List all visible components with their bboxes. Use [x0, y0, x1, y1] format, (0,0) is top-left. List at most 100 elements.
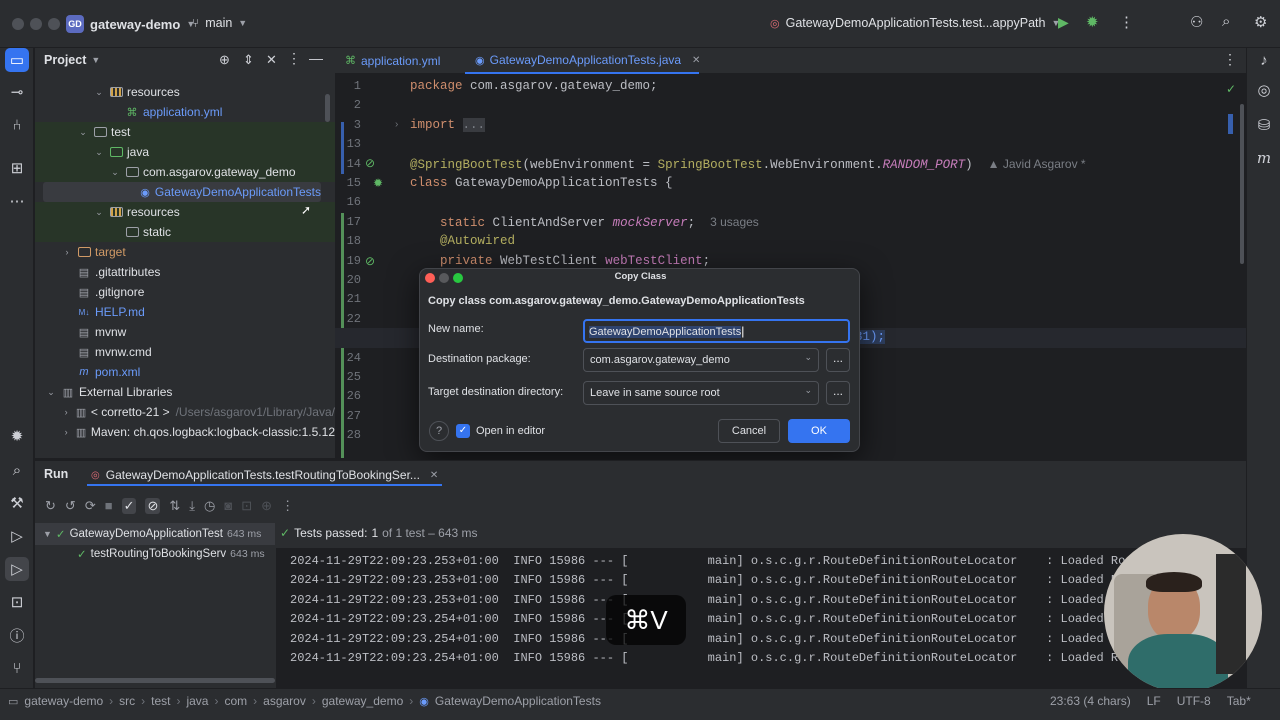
run-tab-title[interactable]: Run — [44, 467, 68, 481]
run-test-gutter-icon[interactable]: ✹ — [373, 176, 383, 190]
tree-item[interactable]: ⌄ resources — [35, 202, 335, 222]
show-ignored-icon[interactable]: ⊘ — [145, 498, 161, 514]
tree-item[interactable]: › ▥ < corretto-21 > /Users/asgarov1/Library… — [35, 402, 335, 422]
run-icon[interactable]: ▶ — [1058, 14, 1069, 31]
chevron-down-icon[interactable]: ⌄ — [109, 167, 121, 178]
run-config-selector[interactable]: ◎ GatewayDemoApplicationTests.test...app… — [770, 16, 1060, 30]
tab-application-yml[interactable]: ⌘ application.yml — [345, 48, 440, 73]
toggle-auto-test-icon[interactable]: ⟳ — [85, 498, 96, 514]
breadcrumb-item[interactable]: asgarov — [263, 694, 306, 708]
chevron-right-icon[interactable]: › — [61, 427, 71, 437]
tree-item[interactable]: ⌄ java — [35, 142, 335, 162]
chevron-down-icon[interactable]: ⌄ — [93, 207, 105, 218]
close-window-icon[interactable] — [12, 18, 24, 30]
maven-icon[interactable]: m — [1252, 146, 1276, 170]
terminal-tool-icon[interactable]: ⊡ — [5, 590, 29, 614]
test-tree-row[interactable]: ✓ testRoutingToBookingServ 643 ms — [77, 547, 265, 561]
notifications-icon[interactable]: ♪ — [1252, 48, 1276, 72]
add-user-icon[interactable]: ⚇ — [1190, 13, 1203, 31]
settings-gear-icon[interactable]: ⚙ — [1254, 13, 1267, 31]
tree-item[interactable]: ⌄ ▥ External Libraries — [35, 382, 335, 402]
stop-icon[interactable]: ■ — [105, 498, 113, 514]
autowired-gutter-icon[interactable]: ⊘ — [365, 254, 375, 268]
more-options-icon[interactable]: ⋮ — [1119, 13, 1134, 31]
tree-item[interactable]: M↓ HELP.md — [35, 302, 335, 322]
project-panel-title[interactable]: Project — [44, 53, 86, 67]
git-tool-icon[interactable]: ⑂ — [5, 656, 29, 680]
inspection-ok-icon[interactable]: ✓ — [1226, 82, 1236, 96]
debug-icon[interactable]: ✹ — [1086, 13, 1099, 31]
target-directory-select[interactable]: Leave in same source root ⌄ — [583, 381, 819, 405]
close-tab-icon[interactable]: ✕ — [692, 55, 700, 66]
rerun-icon[interactable]: ↻ — [45, 498, 56, 514]
project-tool-icon[interactable]: ▭ — [5, 48, 29, 72]
tree-item[interactable]: › ▥ Maven: ch.qos.logback:logback-classic:… — [35, 422, 335, 442]
debug-tool-icon[interactable]: ✹ — [5, 424, 29, 448]
structure-icon[interactable]: ⊞ — [5, 156, 29, 180]
cancel-button[interactable]: Cancel — [718, 419, 780, 443]
project-selector[interactable]: GD gateway-demo ▼ — [66, 15, 195, 33]
new-name-input[interactable]: GatewayDemoApplicationTests| — [583, 319, 850, 343]
tree-item[interactable]: ⌄ com.asgarov.gateway_demo — [35, 162, 335, 182]
code-line[interactable]: static ClientAndServer mockServer; 3 usa… — [410, 215, 759, 230]
browse-package-button[interactable]: ... — [826, 348, 850, 372]
chevron-down-icon[interactable]: ⌄ — [45, 387, 57, 398]
show-passed-icon[interactable]: ✓ — [121, 498, 137, 514]
tree-item[interactable]: › target — [35, 242, 335, 262]
destination-package-select[interactable]: com.asgarov.gateway_demo ⌄ — [583, 348, 819, 372]
tab-gateway-tests[interactable]: ◉ GatewayDemoApplicationTests.java ✕ — [465, 48, 700, 74]
close-tab-icon[interactable]: ✕ — [430, 470, 438, 481]
tree-item[interactable]: ▤ .gitattributes — [35, 262, 335, 282]
collapse-all-icon[interactable]: ✕ — [266, 52, 277, 68]
tree-item[interactable]: ▤ mvnw.cmd — [35, 342, 335, 362]
chevron-down-icon[interactable]: ⌄ — [93, 87, 105, 98]
run-config-tab[interactable]: ◎ GatewayDemoApplicationTests.testRoutin… — [87, 466, 443, 486]
cursor-position[interactable]: 23:63 (4 chars) — [1050, 694, 1131, 708]
tree-item[interactable]: ⌘ application.yml — [35, 102, 335, 122]
line-separator[interactable]: LF — [1147, 694, 1161, 708]
breadcrumb-item[interactable]: com — [224, 694, 247, 708]
code-line[interactable]: private WebTestClient webTestClient; — [410, 254, 710, 268]
history-icon[interactable]: ◷ — [204, 498, 215, 514]
run-tool-icon[interactable]: ▷ — [5, 557, 29, 581]
breadcrumb-item[interactable]: gateway_demo — [322, 694, 403, 708]
pull-requests-icon[interactable]: ⑃ — [5, 113, 29, 137]
tree-item[interactable]: static — [35, 222, 335, 242]
code-line[interactable]: import ... — [410, 117, 486, 132]
coverage-icon[interactable]: ⊕ — [261, 498, 272, 514]
build-tool-icon[interactable]: ⚒ — [5, 491, 29, 515]
console-output[interactable]: 2024-11-29T22:09:23.253+01:00 INFO 15986… — [276, 548, 1246, 688]
options-icon[interactable]: ⋮ — [287, 50, 301, 67]
more-icon[interactable]: ⋮ — [281, 498, 294, 514]
chevron-right-icon[interactable]: › — [61, 407, 71, 417]
test-tree-row[interactable]: ▼ ✓ GatewayDemoApplicationTest 643 ms — [43, 527, 261, 541]
rerun-failed-icon[interactable]: ↺ — [65, 498, 76, 514]
breadcrumb-item[interactable]: test — [151, 694, 170, 708]
code-line[interactable]: @SpringBootTest(webEnvironment = SpringB… — [410, 157, 1086, 172]
help-button[interactable]: ? — [429, 421, 449, 441]
indent-setting[interactable]: Tab* — [1227, 694, 1251, 708]
more-tools-icon[interactable]: ⋯ — [5, 189, 29, 213]
services-tool-icon[interactable]: ▷ — [5, 524, 29, 548]
import-tests-icon[interactable]: ⤓ — [189, 498, 195, 514]
breadcrumb-item[interactable]: src — [119, 694, 135, 708]
editor-scrollbar[interactable] — [1240, 104, 1244, 264]
search-icon[interactable]: ⌕ — [1222, 13, 1230, 30]
file-encoding[interactable]: UTF-8 — [1177, 694, 1211, 708]
sort-icon[interactable]: ⇅ — [169, 498, 180, 514]
tree-item[interactable]: ⌄ test — [35, 122, 335, 142]
breadcrumb-item[interactable]: GatewayDemoApplicationTests — [435, 694, 601, 708]
minimize-window-icon[interactable] — [30, 18, 42, 30]
code-line[interactable]: class GatewayDemoApplicationTests { — [410, 176, 673, 190]
breadcrumb-item[interactable]: gateway-demo — [24, 694, 103, 708]
ok-button[interactable]: OK — [788, 419, 850, 443]
chevron-down-icon[interactable]: ⌄ — [77, 127, 89, 138]
chevron-down-icon[interactable]: ⌄ — [93, 147, 105, 158]
ai-assistant-icon[interactable]: ◎ — [1252, 78, 1276, 102]
search-tool-icon[interactable]: ⌕ — [5, 458, 29, 482]
chevron-right-icon[interactable]: › — [61, 247, 73, 257]
camera-icon[interactable]: ◙ — [224, 498, 232, 514]
commit-tool-icon[interactable]: ⊸ — [5, 80, 29, 104]
breadcrumb-item[interactable]: java — [186, 694, 208, 708]
expand-all-icon[interactable]: ⇕ — [243, 52, 254, 68]
